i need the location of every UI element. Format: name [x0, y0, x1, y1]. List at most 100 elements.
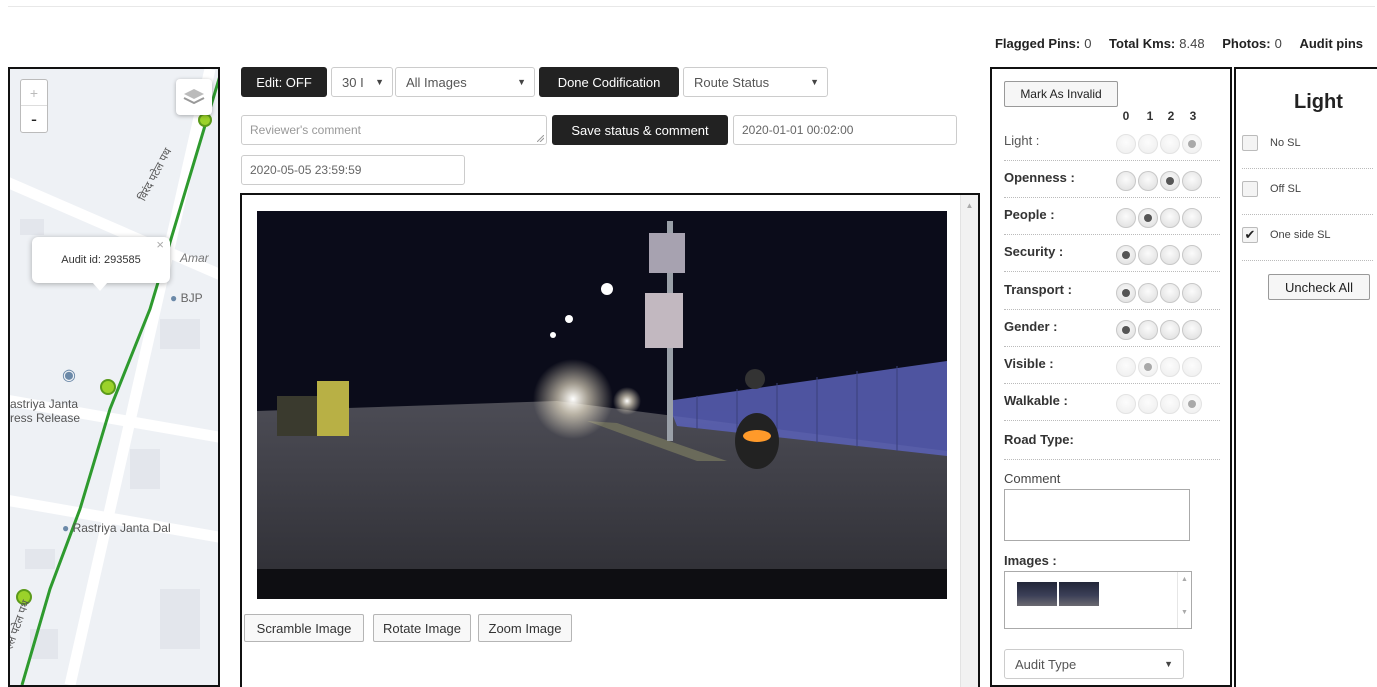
date-to-input[interactable]: 2020-05-05 23:59:59 — [241, 155, 465, 185]
zoom-control: + - — [20, 79, 48, 133]
score-radio[interactable] — [1182, 394, 1202, 414]
score-radio[interactable] — [1182, 357, 1202, 377]
score-radio[interactable] — [1160, 283, 1180, 303]
images-scrollbar[interactable]: ▲ ▼ — [1177, 572, 1191, 628]
route-pin[interactable] — [100, 379, 116, 395]
checkbox[interactable] — [1242, 135, 1258, 151]
scroll-up-icon[interactable]: ▲ — [961, 201, 978, 210]
score-radio[interactable] — [1182, 171, 1202, 191]
column-header: 3 — [1189, 109, 1197, 123]
map-background — [10, 69, 218, 685]
uncheck-all-button[interactable]: Uncheck All — [1268, 274, 1370, 300]
score-row-label: Openness : — [1004, 170, 1075, 185]
score-row-label: Walkable : — [1004, 393, 1068, 408]
image-thumbnail[interactable] — [1017, 582, 1057, 606]
route-map[interactable]: विरंद पटेल पथ ल्ल पटेल पथ Amar ● BJP ◉ a… — [8, 67, 220, 687]
scramble-image-button[interactable]: Scramble Image — [244, 614, 364, 642]
route-pin[interactable] — [198, 113, 212, 127]
popup-tip — [92, 282, 108, 291]
score-radio[interactable] — [1116, 283, 1136, 303]
count-select[interactable]: 30 I ▼ — [331, 67, 393, 97]
light-option-label: Off SL — [1270, 183, 1301, 195]
poi-bjp[interactable]: ● BJP — [170, 291, 203, 305]
score-radio[interactable] — [1138, 134, 1158, 154]
popup-close-button[interactable]: × — [156, 237, 164, 252]
scoring-panel: Mark As Invalid 0 1 2 3 Light : Openness … — [990, 67, 1232, 687]
score-radio[interactable] — [1160, 320, 1180, 340]
audit-popup-text: Audit id: 293585 — [61, 254, 141, 266]
score-radio[interactable] — [1138, 394, 1158, 414]
score-radio[interactable] — [1116, 134, 1136, 154]
mark-invalid-button[interactable]: Mark As Invalid — [1004, 81, 1118, 107]
score-radio[interactable] — [1160, 357, 1180, 377]
total-kms-label: Total Kms: — [1109, 36, 1176, 51]
chevron-down-icon: ▼ — [1164, 659, 1173, 669]
checkbox-checked-icon[interactable]: ✔ — [1242, 227, 1258, 243]
score-row: Visible : — [1004, 348, 1220, 384]
score-radio[interactable] — [1138, 283, 1158, 303]
reviewer-comment-input[interactable]: Reviewer's comment — [241, 115, 547, 145]
score-radio[interactable] — [1160, 134, 1180, 154]
audit-type-select[interactable]: Audit Type ▼ — [1004, 649, 1184, 679]
zoom-out-button[interactable]: - — [21, 106, 47, 132]
road-type-label: Road Type: — [1004, 432, 1074, 447]
poi-rjd[interactable]: ● Rastriya Janta Dal — [62, 521, 171, 535]
score-radio[interactable] — [1138, 320, 1158, 340]
score-radio[interactable] — [1160, 171, 1180, 191]
score-row-label: People : — [1004, 207, 1055, 222]
score-radio[interactable] — [1116, 245, 1136, 265]
audit-photo[interactable] — [257, 211, 947, 599]
column-header: 0 — [1122, 109, 1130, 123]
score-radio[interactable] — [1116, 208, 1136, 228]
score-radio[interactable] — [1160, 245, 1180, 265]
light-option[interactable]: No SL — [1242, 123, 1373, 169]
layers-button[interactable] — [176, 79, 212, 115]
score-radio[interactable] — [1138, 245, 1158, 265]
score-row-label: Transport : — [1004, 282, 1072, 297]
score-row: Light : — [1004, 125, 1220, 161]
images-list[interactable]: ▲ ▼ — [1004, 571, 1192, 629]
resize-grip-icon — [537, 135, 544, 142]
route-status-select[interactable]: Route Status ▼ — [683, 67, 828, 97]
score-radio[interactable] — [1116, 171, 1136, 191]
score-radio[interactable] — [1182, 245, 1202, 265]
score-radio[interactable] — [1138, 208, 1158, 228]
save-status-button[interactable]: Save status & comment — [552, 115, 728, 145]
photos-label: Photos: — [1222, 36, 1271, 51]
score-radio[interactable] — [1182, 208, 1202, 228]
checkbox[interactable] — [1242, 181, 1258, 197]
score-radio[interactable] — [1182, 134, 1202, 154]
done-codification-button[interactable]: Done Codification — [539, 67, 679, 97]
light-option[interactable]: ✔ One side SL — [1242, 215, 1373, 261]
score-radio[interactable] — [1116, 357, 1136, 377]
score-radio[interactable] — [1116, 394, 1136, 414]
light-option[interactable]: Off SL — [1242, 169, 1373, 215]
date-from-input[interactable]: 2020-01-01 00:02:00 — [733, 115, 957, 145]
poi-rjd-release[interactable]: astriya Janta ress Release — [10, 397, 80, 425]
score-radio[interactable] — [1160, 394, 1180, 414]
score-radio[interactable] — [1138, 357, 1158, 377]
zoom-image-button[interactable]: Zoom Image — [478, 614, 572, 642]
poi-bjp-label: BJP — [180, 291, 203, 305]
score-radio[interactable] — [1160, 208, 1180, 228]
scroll-up-icon[interactable]: ▲ — [1178, 576, 1191, 583]
image-thumbnail[interactable] — [1059, 582, 1099, 606]
score-row: Walkable : — [1004, 385, 1220, 421]
route-status-value: Route Status — [694, 74, 770, 90]
top-divider — [8, 6, 1375, 7]
score-radio[interactable] — [1138, 171, 1158, 191]
edit-toggle-button[interactable]: Edit: OFF — [241, 67, 327, 97]
scroll-down-icon[interactable]: ▼ — [1178, 609, 1191, 616]
zoom-in-button[interactable]: + — [21, 80, 47, 106]
score-row: Gender : — [1004, 311, 1220, 347]
viewer-scrollbar[interactable]: ▲ — [960, 195, 978, 687]
location-pin-icon: ◉ — [62, 367, 76, 384]
score-radio[interactable] — [1116, 320, 1136, 340]
comment-textarea[interactable] — [1004, 489, 1190, 541]
reviewer-comment-placeholder: Reviewer's comment — [250, 123, 361, 137]
audit-pins-label: Audit pins — [1299, 36, 1363, 51]
score-radio[interactable] — [1182, 283, 1202, 303]
rotate-image-button[interactable]: Rotate Image — [373, 614, 471, 642]
score-radio[interactable] — [1182, 320, 1202, 340]
images-filter-select[interactable]: All Images ▼ — [395, 67, 535, 97]
